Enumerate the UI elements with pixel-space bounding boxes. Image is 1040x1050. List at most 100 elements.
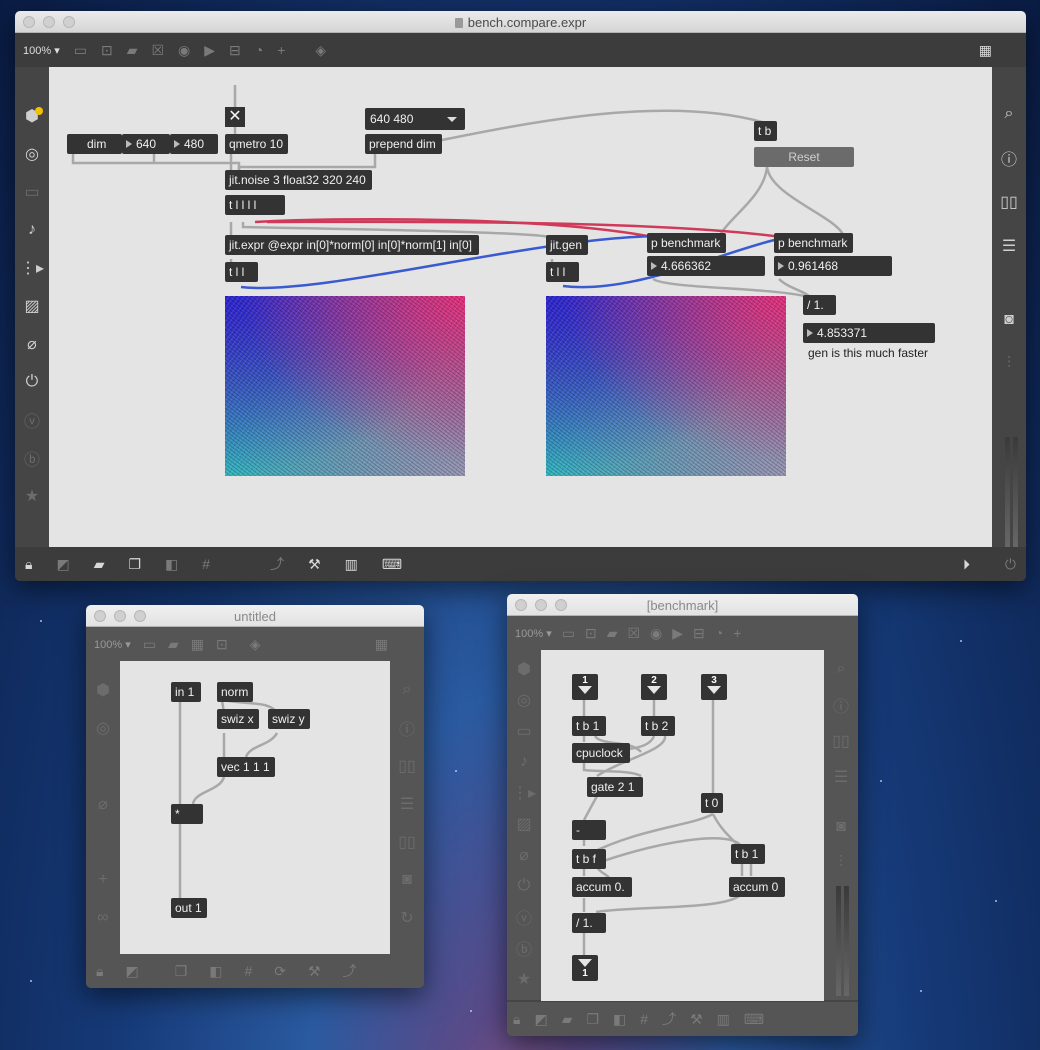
- comment-icon[interactable]: ▰: [168, 636, 179, 653]
- book-icon[interactable]: ▯▯: [1000, 185, 1018, 219]
- trigger-l-object[interactable]: t l l l l: [225, 195, 285, 215]
- info-icon[interactable]: ⓘ: [1001, 141, 1017, 175]
- trigger-t0[interactable]: t 0: [701, 793, 723, 813]
- layers-icon[interactable]: ❐: [175, 963, 188, 980]
- window-icon[interactable]: ▭: [516, 716, 531, 746]
- slider-icon[interactable]: ⊟: [229, 42, 241, 59]
- book-icon[interactable]: ▯▯: [398, 751, 416, 781]
- zoom-dropdown[interactable]: 100% ▾: [23, 44, 60, 57]
- target-icon[interactable]: ◎: [96, 713, 110, 743]
- codebox-icon[interactable]: ⊡: [216, 636, 228, 653]
- gen-time-number[interactable]: 0.961468: [774, 256, 892, 276]
- comment-icon[interactable]: ▰: [127, 42, 138, 59]
- piano-icon[interactable]: ▥: [717, 1011, 730, 1028]
- grid-menu-icon[interactable]: ▦: [375, 636, 388, 653]
- inlet-3[interactable]: 3: [701, 674, 727, 700]
- patchcord-icon[interactable]: ⤴: [662, 1009, 676, 1029]
- plug-icon[interactable]: ⏻: [518, 871, 531, 901]
- sequence-icon[interactable]: ⋮▸: [20, 253, 44, 283]
- tb-reset-object[interactable]: t b: [754, 121, 777, 141]
- vimeo-icon[interactable]: ⓥ: [24, 405, 40, 435]
- dial-icon[interactable]: ◔: [255, 42, 263, 58]
- comment-icon[interactable]: ▰: [607, 625, 618, 642]
- target-icon[interactable]: ◎: [517, 685, 531, 715]
- wrench-icon[interactable]: ⚒: [690, 1011, 703, 1028]
- in1-object[interactable]: in 1: [171, 682, 201, 702]
- gen-patcher-canvas[interactable]: in 1 norm swiz x swiz y vec 1 1 1 * out …: [120, 661, 390, 954]
- mute-icon[interactable]: ◧: [209, 963, 222, 980]
- book-alt-icon[interactable]: ▯▯: [398, 827, 416, 857]
- zoom-dropdown[interactable]: 100% ▾: [94, 638, 131, 651]
- music-note-icon[interactable]: ♪: [520, 747, 528, 777]
- outlet-1[interactable]: 1: [572, 955, 598, 981]
- add-icon[interactable]: +: [98, 865, 107, 895]
- media-icon[interactable]: ▶: [204, 42, 215, 59]
- image-icon[interactable]: ▨: [24, 291, 39, 321]
- camera-icon[interactable]: ◙: [1004, 303, 1014, 337]
- out1-object[interactable]: out 1: [171, 898, 207, 918]
- button-icon[interactable]: ◉: [178, 42, 190, 59]
- inlet-2[interactable]: 2: [641, 674, 667, 700]
- multiply-object[interactable]: *: [171, 804, 203, 824]
- search-icon[interactable]: ⌕: [403, 675, 412, 705]
- vec-object[interactable]: vec 1 1 1: [217, 757, 275, 777]
- grid-icon[interactable]: #: [244, 963, 252, 979]
- message-icon[interactable]: ⊡: [101, 42, 113, 59]
- list-icon[interactable]: ☰: [1002, 229, 1016, 263]
- cube-icon[interactable]: ⬢: [517, 654, 531, 684]
- keyboard-icon[interactable]: ⌨: [382, 556, 402, 573]
- play-icon[interactable]: ⏵: [963, 556, 970, 573]
- qmetro-object[interactable]: qmetro 10: [225, 134, 288, 154]
- patchcord-icon[interactable]: ⤴: [343, 961, 357, 981]
- inlet-1[interactable]: 1: [572, 674, 598, 700]
- expr-time-number[interactable]: 4.666362: [647, 256, 765, 276]
- piano-icon[interactable]: ▥: [345, 556, 358, 573]
- plug-icon[interactable]: ⏻: [26, 367, 39, 397]
- trigger-tb1[interactable]: t b 1: [572, 716, 606, 736]
- gate-object[interactable]: gate 2 1: [587, 777, 643, 797]
- info-icon[interactable]: ⓘ: [833, 690, 849, 720]
- paperclip-icon[interactable]: ⌀: [27, 329, 37, 359]
- dial-icon[interactable]: ◔: [715, 625, 723, 641]
- add-object-icon[interactable]: +: [277, 42, 285, 58]
- comment-bubble-icon[interactable]: ▰: [94, 556, 105, 573]
- dim-message[interactable]: dim: [67, 134, 122, 154]
- width-number-box[interactable]: 640: [122, 134, 170, 154]
- image-icon[interactable]: ▨: [516, 809, 531, 839]
- grid-icon[interactable]: #: [640, 1011, 648, 1027]
- paperclip-icon[interactable]: ⌀: [519, 840, 529, 870]
- star-icon[interactable]: ★: [517, 964, 531, 994]
- wrench-icon[interactable]: ⚒: [308, 556, 321, 573]
- add-object-icon[interactable]: +: [733, 625, 741, 641]
- layers-icon[interactable]: ❐: [586, 1011, 599, 1028]
- camera-icon[interactable]: ◙: [836, 812, 846, 842]
- lock-icon[interactable]: 🔒︎: [25, 556, 32, 573]
- mixer-icon[interactable]: ⫶: [839, 848, 843, 878]
- divide-object[interactable]: / 1.: [803, 295, 836, 315]
- book-icon[interactable]: ▯▯: [832, 726, 850, 756]
- keyboard-icon[interactable]: ⌨: [744, 1011, 764, 1028]
- slider-icon[interactable]: ⊟: [693, 625, 705, 642]
- bug-icon[interactable]: ⓑ: [516, 933, 532, 963]
- search-icon[interactable]: ⌕: [1005, 97, 1014, 131]
- title-bar[interactable]: bench.compare.expr: [15, 11, 1026, 33]
- trigger-ll-gen[interactable]: t l l: [546, 262, 579, 282]
- info-icon[interactable]: ⓘ: [399, 713, 415, 743]
- presentation-icon[interactable]: ▭: [74, 42, 87, 59]
- presentation-icon[interactable]: ▭: [562, 625, 575, 642]
- benchmark-canvas[interactable]: 1 2 3 t b 1 t b 2 cpuclock gate 2 1 t 0 …: [541, 650, 824, 1001]
- target-icon[interactable]: ◎: [25, 139, 39, 169]
- patcher-canvas[interactable]: dim 640 480 ✕ qmetro 10 640 480 prepend …: [49, 67, 992, 547]
- infinity-icon[interactable]: ∞: [97, 903, 108, 933]
- camera-icon[interactable]: ◙: [402, 865, 412, 895]
- benchmark-subpatch-2[interactable]: p benchmark: [774, 233, 853, 253]
- presentation-mode-icon[interactable]: ◩: [534, 1011, 547, 1028]
- reset-button[interactable]: Reset: [754, 147, 854, 167]
- jit-expr-object[interactable]: jit.expr @expr in[0]*norm[0] in[0]*norm[…: [225, 235, 479, 255]
- ratio-number[interactable]: 4.853371: [803, 323, 935, 343]
- presentation-icon[interactable]: ▭: [143, 636, 156, 653]
- divide-object[interactable]: / 1.: [572, 913, 606, 933]
- dim-umenu[interactable]: 640 480: [365, 108, 465, 130]
- patchcord-icon[interactable]: ⤴: [270, 554, 284, 574]
- media-icon[interactable]: ▶: [672, 625, 683, 642]
